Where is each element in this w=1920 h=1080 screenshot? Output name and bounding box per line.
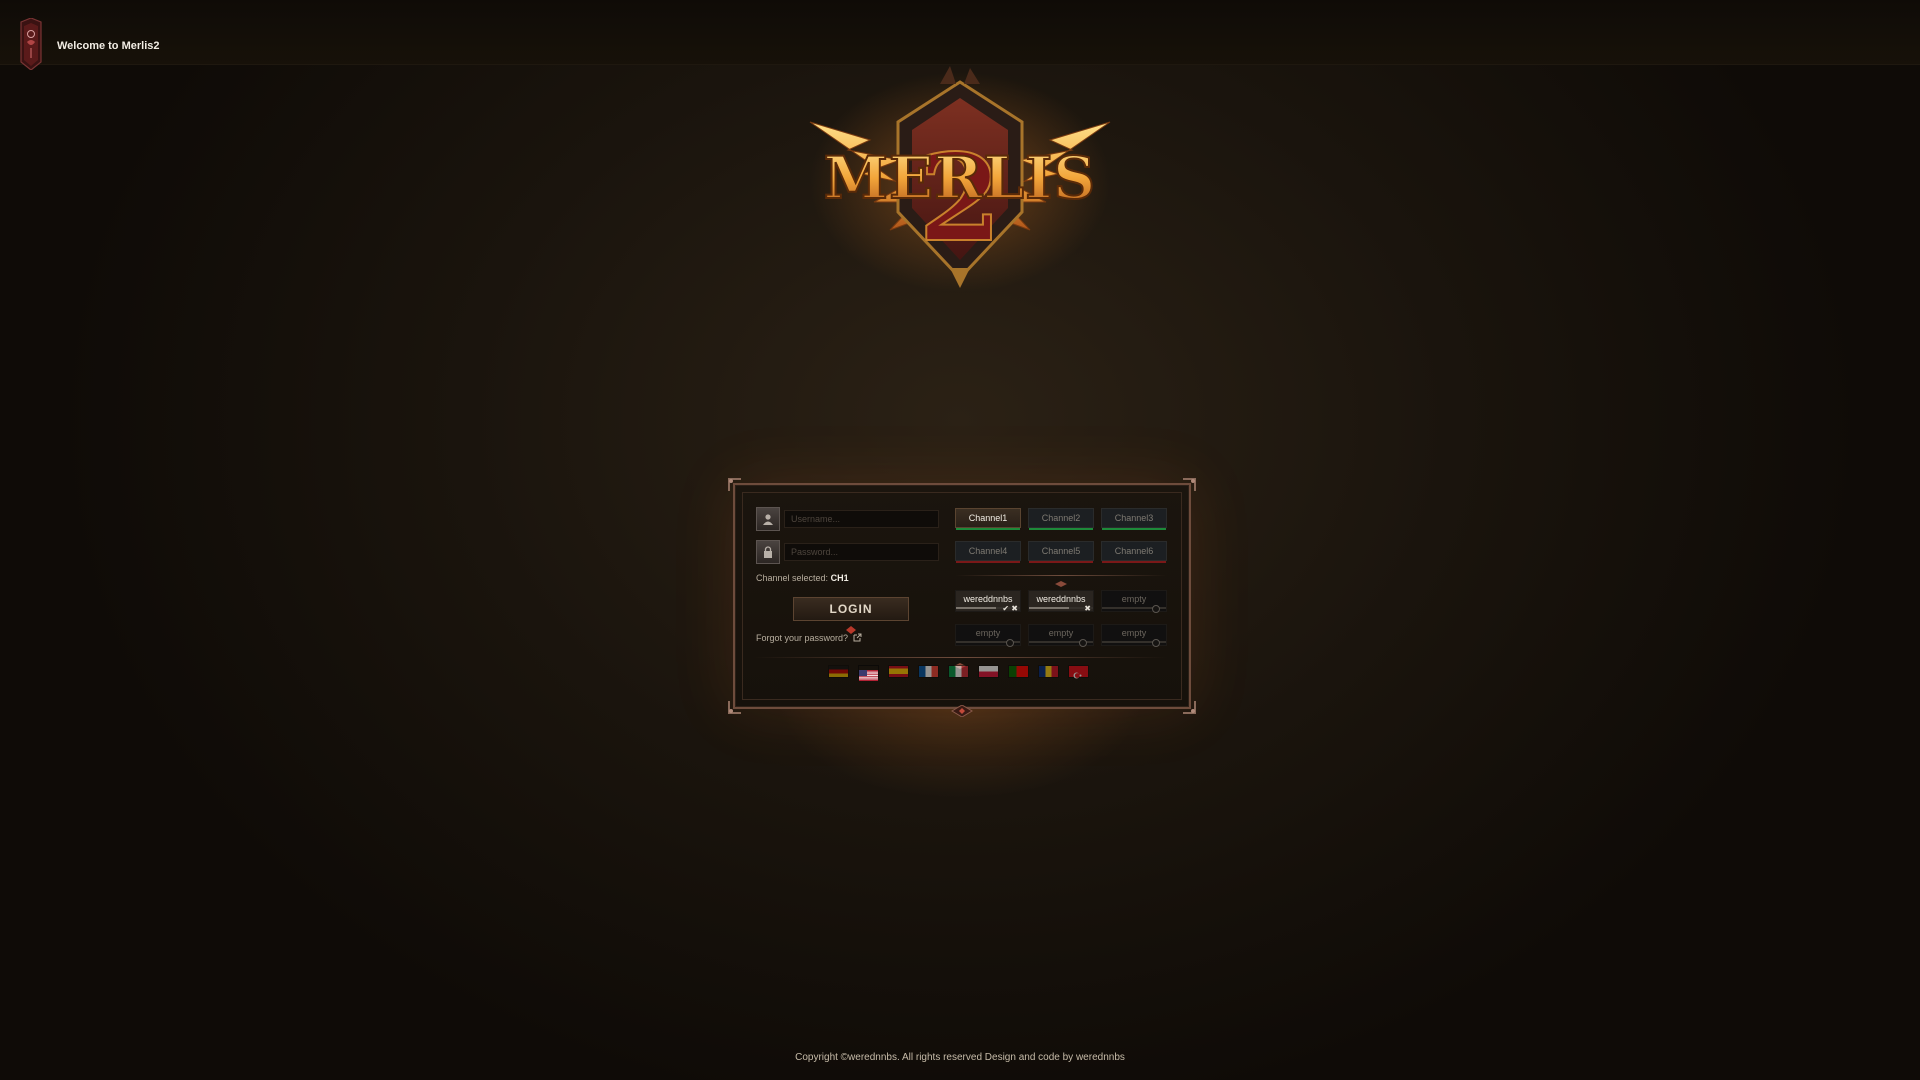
login-panel: Channel selected: CH1 LOGIN Forgot your …: [728, 478, 1196, 718]
saved-account-label: empty: [1048, 628, 1074, 638]
corner-ornament-icon: [1181, 699, 1197, 715]
channel-label: Channel2: [1041, 513, 1081, 523]
divider-gem-icon: [1055, 572, 1067, 587]
poland-flag-icon[interactable]: [978, 665, 999, 678]
channel-5-button[interactable]: Channel5: [1028, 541, 1094, 563]
username-row: [756, 507, 942, 531]
corner-ornament-icon: [727, 699, 743, 715]
italy-flag-icon[interactable]: [948, 665, 969, 678]
saved-account-slot[interactable]: empty: [1101, 590, 1167, 613]
saved-account-label: empty: [1121, 628, 1147, 638]
title-bar: Welcome to Merlis2: [0, 0, 1920, 71]
saved-account-slot[interactable]: wereddnnbs ✔ ✖: [955, 590, 1021, 613]
saved-account-label: empty: [975, 628, 1001, 638]
username-input[interactable]: [784, 510, 939, 528]
slot-knob-icon: [1152, 639, 1160, 647]
logo-text: MERLIS: [824, 144, 1096, 212]
channel-4-button[interactable]: Channel4: [955, 541, 1021, 563]
portugal-flag-icon[interactable]: [1008, 665, 1029, 678]
saved-account-slot[interactable]: empty: [955, 624, 1021, 647]
divider-gem-icon: [954, 654, 966, 669]
channel-2-button[interactable]: Channel2: [1028, 508, 1094, 530]
login-button[interactable]: LOGIN: [793, 597, 909, 621]
app-icon: [18, 17, 44, 71]
channel-label: Channel1: [968, 513, 1008, 523]
german-flag-icon[interactable]: [828, 665, 849, 678]
gem-ornament-icon: [846, 619, 856, 634]
footer-copyright: Copyright ©werednnbs. All rights reserve…: [795, 1052, 1125, 1063]
slot-knob-icon: [1079, 639, 1087, 647]
bottom-gem-ornament-icon: [951, 702, 973, 718]
lock-icon: [756, 540, 780, 564]
saved-account-label: wereddnnbs: [963, 594, 1013, 604]
close-icon[interactable]: ✖: [1084, 604, 1091, 613]
saved-account-label: wereddnnbs: [1036, 594, 1086, 604]
saved-account-slot[interactable]: empty: [1101, 624, 1167, 647]
password-row: [756, 540, 942, 564]
forgot-password-link[interactable]: Forgot your password?: [756, 633, 862, 643]
channel-label: Channel5: [1041, 546, 1081, 556]
close-icon[interactable]: ✖: [1011, 604, 1018, 613]
saved-account-label: empty: [1121, 594, 1147, 604]
corner-ornament-icon: [1181, 477, 1197, 493]
saved-account-slot[interactable]: wereddnnbs ✖: [1028, 590, 1094, 613]
spain-flag-icon[interactable]: [888, 665, 909, 678]
france-flag-icon[interactable]: [918, 665, 939, 678]
channel-3-button[interactable]: Channel3: [1101, 508, 1167, 530]
romania-flag-icon[interactable]: [1038, 665, 1059, 678]
saved-account-slot[interactable]: empty: [1028, 624, 1094, 647]
channel-1-button[interactable]: Channel1: [955, 508, 1021, 530]
slot-knob-icon: [1006, 639, 1014, 647]
channel-selected-label: Channel selected:: [756, 573, 829, 583]
corner-ornament-icon: [727, 477, 743, 493]
turkey-flag-icon[interactable]: [1068, 665, 1089, 679]
password-input[interactable]: [784, 543, 939, 561]
channel-label: Channel6: [1114, 546, 1154, 556]
channel-label: Channel4: [968, 546, 1008, 556]
external-link-icon: [853, 633, 862, 642]
game-launcher-screen: Welcome to Merlis2 2 MERLIS Username... …: [0, 0, 1920, 1080]
user-icon: [756, 507, 780, 531]
slot-knob-icon: [1152, 605, 1160, 613]
channel-selected-text: Channel selected: CH1: [756, 573, 849, 583]
check-icon[interactable]: ✔: [1002, 604, 1009, 613]
usa-flag-icon[interactable]: [858, 665, 879, 681]
channel-label: Channel3: [1114, 513, 1154, 523]
channel-selected-value: CH1: [830, 573, 849, 583]
forgot-password-label: Forgot your password?: [756, 633, 849, 643]
game-logo: 2 MERLIS: [790, 62, 1130, 298]
channel-6-button[interactable]: Channel6: [1101, 541, 1167, 563]
window-title: Welcome to Merlis2: [57, 40, 160, 52]
